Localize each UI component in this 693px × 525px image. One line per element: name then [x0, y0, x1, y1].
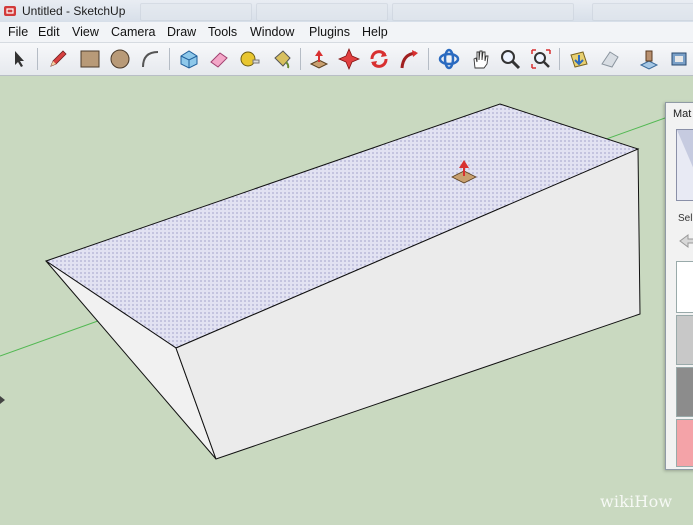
3d-warehouse-button[interactable] — [636, 46, 662, 72]
make-component-icon — [180, 50, 198, 69]
main-toolbar — [0, 43, 693, 76]
material-preview — [676, 129, 693, 201]
zoom-extents-tool-button[interactable] — [528, 46, 554, 72]
menu-view[interactable]: View — [72, 25, 99, 39]
share-model-button[interactable] — [597, 46, 623, 72]
zoom-extents-icon — [531, 49, 551, 69]
material-swatch-pink[interactable] — [676, 419, 693, 467]
material-swatch-dark-gray[interactable] — [676, 367, 693, 417]
eraser-tool-button[interactable] — [206, 46, 232, 72]
sketchup-logo-icon — [4, 6, 16, 16]
circle-tool-button[interactable] — [107, 46, 133, 72]
make-component-button[interactable] — [176, 46, 202, 72]
select-icon — [15, 51, 24, 67]
rectangle-tool-button[interactable] — [77, 46, 103, 72]
menu-window[interactable]: Window — [250, 25, 294, 39]
get-models-button[interactable] — [566, 46, 592, 72]
select-tool-button[interactable] — [6, 46, 32, 72]
menu-plugins[interactable]: Plugins — [309, 25, 350, 39]
follow-me-tool-button[interactable] — [396, 46, 422, 72]
pencil-tool-button[interactable] — [45, 46, 71, 72]
follow-me-icon — [400, 50, 418, 69]
material-swatch-light-gray[interactable] — [676, 315, 693, 365]
move-tool-button[interactable] — [336, 46, 362, 72]
orbit-tool-button[interactable] — [436, 46, 462, 72]
pencil-icon — [50, 50, 67, 67]
zoom-tool-button[interactable] — [497, 46, 523, 72]
tape-measure-tool-button[interactable] — [237, 46, 263, 72]
materials-panel: Mat Sel — [665, 102, 693, 470]
push-pull-tool-button[interactable] — [306, 46, 332, 72]
menu-bar: File Edit View Camera Draw Tools Window … — [0, 22, 693, 43]
modeling-viewport[interactable] — [0, 76, 693, 520]
background-window-tab — [140, 3, 252, 21]
back-arrow-icon — [679, 234, 693, 248]
menu-edit[interactable]: Edit — [38, 25, 60, 39]
paint-bucket-tool-button[interactable] — [269, 46, 295, 72]
background-window-tab — [256, 3, 388, 21]
push-pull-icon — [309, 50, 329, 69]
material-swatch-white[interactable] — [676, 261, 693, 313]
toolbar-separator — [169, 48, 170, 70]
toolbar-separator — [37, 48, 38, 70]
rotate-icon — [370, 50, 388, 68]
move-icon — [338, 48, 360, 70]
rectangle-icon — [80, 50, 100, 68]
zoom-icon — [501, 50, 521, 70]
3d-warehouse-icon — [639, 50, 659, 70]
wikihow-watermark: wikiHow — [600, 492, 673, 511]
pan-icon — [473, 50, 489, 69]
menu-camera[interactable]: Camera — [111, 25, 155, 39]
window-title: Untitled - SketchUp — [22, 4, 126, 18]
extension-icon — [671, 52, 687, 66]
paint-bucket-icon — [274, 50, 291, 69]
pan-tool-button[interactable] — [467, 46, 493, 72]
orbit-icon — [438, 48, 460, 70]
menu-draw[interactable]: Draw — [167, 25, 196, 39]
tape-measure-icon — [240, 51, 260, 67]
toolbar-separator — [428, 48, 429, 70]
menu-file[interactable]: File — [8, 25, 28, 39]
materials-panel-title: Mat — [673, 108, 692, 120]
menu-tools[interactable]: Tools — [208, 25, 237, 39]
title-bar: Untitled - SketchUp — [0, 0, 693, 23]
viewport-edge-marker — [0, 396, 5, 404]
toolbar-separator — [559, 48, 560, 70]
arc-tool-button[interactable] — [137, 46, 163, 72]
get-models-icon — [570, 51, 588, 68]
menu-help[interactable]: Help — [362, 25, 388, 39]
back-arrow-button[interactable] — [678, 233, 693, 254]
rotate-tool-button[interactable] — [366, 46, 392, 72]
toolbar-separator — [300, 48, 301, 70]
share-model-icon — [601, 51, 619, 68]
background-window-tab — [592, 3, 693, 21]
model-canvas[interactable] — [0, 76, 693, 520]
select-tab-label[interactable]: Sel — [678, 213, 692, 224]
eraser-icon — [210, 52, 228, 68]
extension-button[interactable] — [666, 46, 692, 72]
circle-icon — [110, 49, 130, 69]
arc-icon — [142, 51, 159, 68]
background-window-tab — [392, 3, 574, 21]
